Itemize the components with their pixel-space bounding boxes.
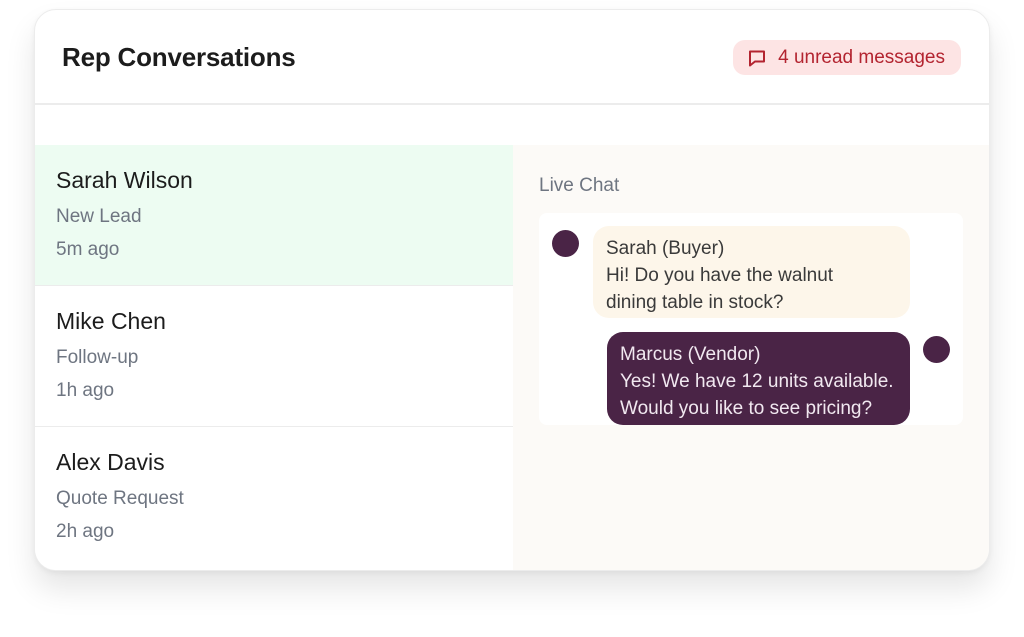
- conversation-time: 2h ago: [56, 521, 115, 542]
- conversation-item-mike-chen[interactable]: Mike Chen Follow-up 1h ago: [35, 286, 513, 427]
- live-chat-label: Live Chat: [539, 175, 620, 196]
- card-header: Rep Conversations 4 unread messages: [35, 10, 989, 105]
- message-text-line: Would you like to see pricing?: [620, 398, 873, 419]
- vendor-message-bubble: Marcus (Vendor) Yes! We have 12 units av…: [607, 332, 910, 425]
- message-square-icon: [747, 48, 767, 68]
- page-title: Rep Conversations: [62, 42, 296, 72]
- conversation-time: 5m ago: [56, 239, 120, 260]
- message-text-line: Hi! Do you have the walnut: [606, 265, 834, 286]
- conversation-status: Follow-up: [56, 347, 139, 368]
- conversation-list: Sarah Wilson New Lead 5m ago Mike Chen F…: [35, 145, 513, 570]
- unread-badge[interactable]: 4 unread messages: [733, 40, 961, 75]
- conversation-status: New Lead: [56, 206, 142, 227]
- message-text-line: Yes! We have 12 units available.: [620, 371, 894, 392]
- conversation-item-sarah-wilson[interactable]: Sarah Wilson New Lead 5m ago: [35, 145, 513, 286]
- conversation-name: Sarah Wilson: [56, 167, 193, 193]
- conversation-item-alex-davis[interactable]: Alex Davis Quote Request 2h ago: [35, 427, 513, 568]
- message-sender: Sarah (Buyer): [606, 238, 725, 259]
- buyer-avatar: [552, 230, 579, 257]
- chat-transcript: Sarah (Buyer) Hi! Do you have the walnut…: [539, 213, 963, 425]
- vendor-avatar: [923, 336, 950, 363]
- conversation-name: Mike Chen: [56, 308, 166, 334]
- conversation-name: Alex Davis: [56, 449, 165, 475]
- conversation-status: Quote Request: [56, 488, 184, 509]
- conversation-time: 1h ago: [56, 380, 115, 401]
- conversations-card: Rep Conversations 4 unread messages Sara…: [34, 9, 990, 571]
- unread-badge-label: 4 unread messages: [778, 46, 945, 68]
- live-chat-pane: Live Chat Sarah (Buyer) Hi! Do you have …: [513, 145, 989, 570]
- buyer-message-bubble: Sarah (Buyer) Hi! Do you have the walnut…: [593, 226, 910, 318]
- message-sender: Marcus (Vendor): [620, 344, 761, 365]
- message-text-line: dining table in stock?: [606, 292, 784, 313]
